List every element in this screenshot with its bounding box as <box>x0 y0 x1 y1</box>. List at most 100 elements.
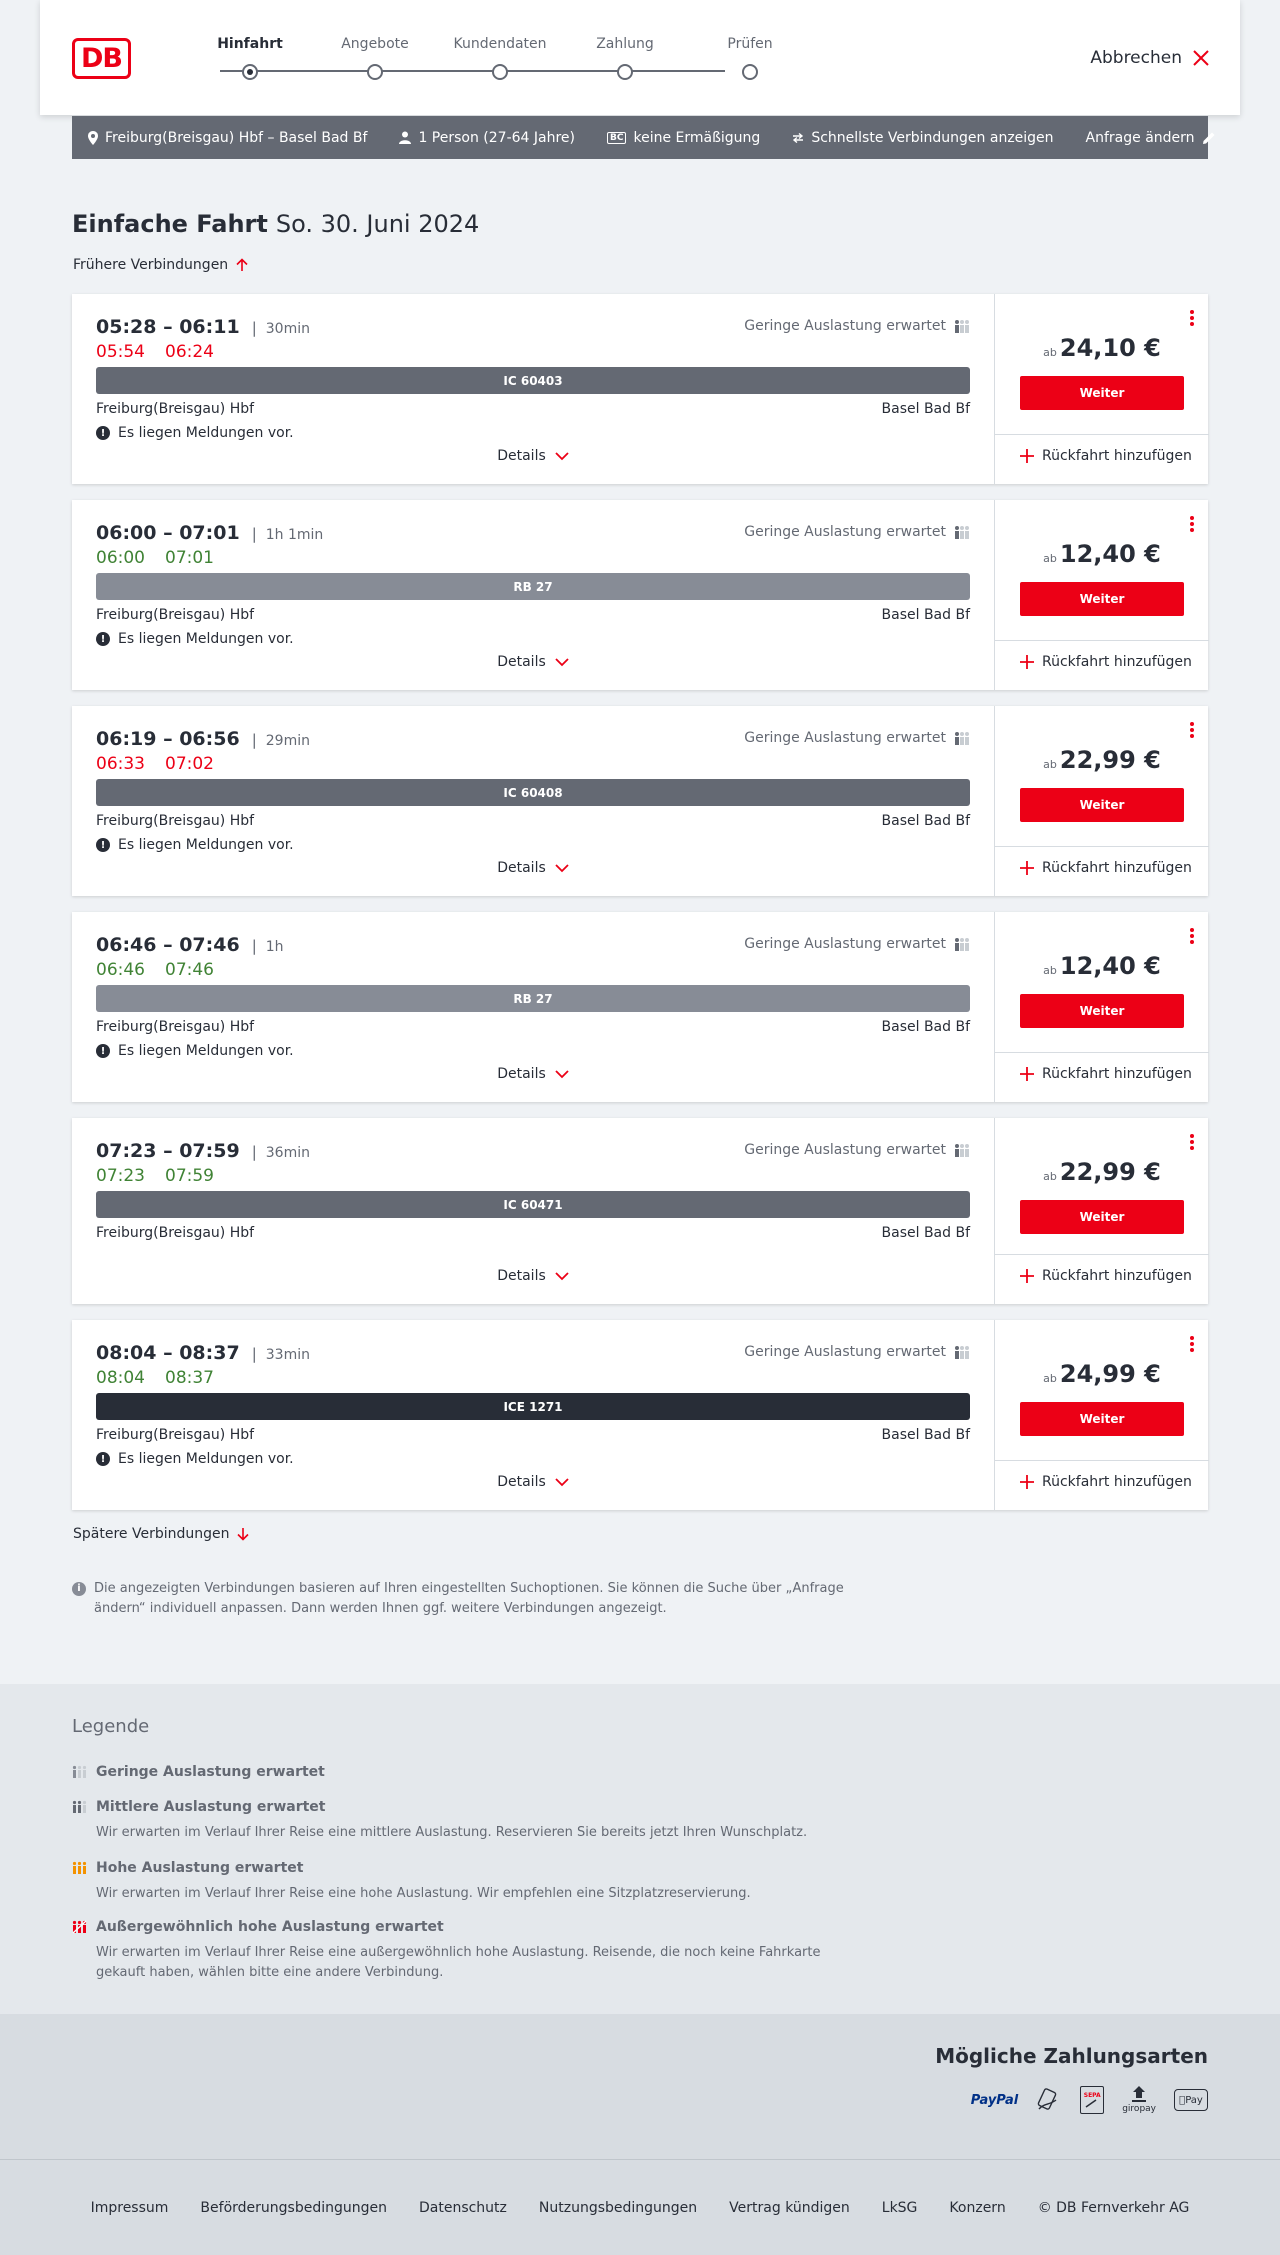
connection-card[interactable]: 06:00 – 07:01 | 1h 1min 06:00 07:01 Geri… <box>72 500 1209 690</box>
connection-times: 06:19 – 06:56 | 29min <box>96 728 310 750</box>
step-kundendaten[interactable]: Kundendaten <box>440 36 560 80</box>
continue-button[interactable]: Weiter <box>1020 1402 1184 1436</box>
step-hinfahrt[interactable]: Hinfahrt <box>190 36 310 80</box>
details-toggle[interactable]: Details <box>72 448 994 464</box>
continue-button[interactable]: Weiter <box>1020 582 1184 616</box>
route-summary[interactable]: Freiburg(Breisgau) Hbf – Basel Bad Bf <box>88 130 367 146</box>
connection-info: 05:28 – 06:11 | 30min 05:54 06:24 Gering… <box>72 294 994 484</box>
occupancy-icon <box>72 1861 87 1874</box>
message-notice: ! Es liegen Meldungen vor. <box>96 837 294 853</box>
change-request-label: Anfrage ändern <box>1085 129 1195 146</box>
planned-times: 07:23 – 07:59 <box>96 1140 240 1162</box>
cancel-button[interactable]: Abbrechen <box>1090 48 1210 68</box>
legend-item: Mittlere Auslastung erwartet Wir erwarte… <box>72 1799 872 1843</box>
continue-button[interactable]: Weiter <box>1020 1200 1184 1234</box>
add-return-button[interactable]: Rückfahrt hinzufügen <box>1020 1474 1192 1490</box>
details-toggle[interactable]: Details <box>72 860 994 876</box>
details-toggle[interactable]: Details <box>72 654 994 670</box>
legend-item: Hohe Auslastung erwartet Wir erwarten im… <box>72 1860 872 1904</box>
more-options-icon[interactable] <box>1190 1134 1194 1152</box>
more-options-icon[interactable] <box>1190 1336 1194 1354</box>
duration: 30min <box>265 321 310 337</box>
details-toggle[interactable]: Details <box>72 1268 994 1284</box>
continue-label: Weiter <box>1079 1004 1125 1018</box>
continue-button[interactable]: Weiter <box>1020 376 1184 410</box>
more-options-icon[interactable] <box>1190 722 1194 740</box>
connection-card[interactable]: 08:04 – 08:37 | 33min 08:04 08:37 Gering… <box>72 1320 1209 1510</box>
step-dot <box>492 64 508 80</box>
add-return-label: Rückfahrt hinzufügen <box>1042 1066 1192 1082</box>
add-return-button[interactable]: Rückfahrt hinzufügen <box>1020 448 1192 464</box>
footer-link[interactable]: © DB Fernverkehr AG <box>1038 2200 1190 2216</box>
change-request-button[interactable]: Anfrage ändern <box>1086 130 1216 146</box>
footer-link[interactable]: Datenschutz <box>419 2200 507 2216</box>
price-panel: ab 24,10 € Weiter Rückfahrt hinzufügen <box>994 294 1209 484</box>
occupancy-text: Geringe Auslastung erwartet <box>744 524 946 540</box>
train-bar[interactable]: RB 27 <box>96 985 970 1012</box>
more-options-icon[interactable] <box>1190 310 1194 328</box>
realtime-arrival: 06:24 <box>165 342 214 362</box>
connection-times: 05:28 – 06:11 | 30min <box>96 316 310 338</box>
discount-summary[interactable]: BC keine Ermäßigung <box>607 130 760 146</box>
train-bar[interactable]: IC 60408 <box>96 779 970 806</box>
details-label: Details <box>497 654 546 670</box>
connection-card[interactable]: 05:28 – 06:11 | 30min 05:54 06:24 Gering… <box>72 294 1209 484</box>
plus-icon <box>1020 449 1034 463</box>
continue-button[interactable]: Weiter <box>1020 994 1184 1028</box>
progress-stepper: Hinfahrt Angebote Kundendaten Zahlung Pr… <box>210 36 773 86</box>
more-options-icon[interactable] <box>1190 928 1194 946</box>
persons-summary[interactable]: 1 Person (27-64 Jahre) <box>399 130 575 146</box>
footer-link[interactable]: Vertrag kündigen <box>729 2200 850 2216</box>
connection-card[interactable]: 06:46 – 07:46 | 1h 06:46 07:46 Geringe A… <box>72 912 1209 1102</box>
chevron-down-icon <box>555 657 569 666</box>
add-return-button[interactable]: Rückfahrt hinzufügen <box>1020 1066 1192 1082</box>
step-label: Angebote <box>341 36 409 52</box>
connection-card[interactable]: 06:19 – 06:56 | 29min 06:33 07:02 Gering… <box>72 706 1209 896</box>
step-zahlung[interactable]: Zahlung <box>565 36 685 80</box>
planned-times: 06:46 – 07:46 <box>96 934 240 956</box>
more-options-icon[interactable] <box>1190 516 1194 534</box>
persons-text: 1 Person (27-64 Jahre) <box>418 129 575 146</box>
footer-link[interactable]: Beförderungsbedingungen <box>200 2200 387 2216</box>
arrival-station: Basel Bad Bf <box>881 1019 970 1035</box>
planned-times: 06:00 – 07:01 <box>96 522 240 544</box>
connection-info: 06:19 – 06:56 | 29min 06:33 07:02 Gering… <box>72 706 994 896</box>
train-bar[interactable]: ICE 1271 <box>96 1393 970 1420</box>
details-toggle[interactable]: Details <box>72 1474 994 1490</box>
add-return-button[interactable]: Rückfahrt hinzufügen <box>1020 1268 1192 1284</box>
train-bar[interactable]: IC 60471 <box>96 1191 970 1218</box>
db-logo[interactable]: DB <box>72 38 131 79</box>
chevron-down-icon <box>555 1069 569 1078</box>
plus-icon <box>1020 1269 1034 1283</box>
divider <box>995 1460 1209 1461</box>
earlier-connections-link[interactable]: Frühere Verbindungen <box>73 257 248 273</box>
step-label: Zahlung <box>596 36 654 52</box>
fastest-connections-toggle[interactable]: Schnellste Verbindungen anzeigen <box>792 130 1054 146</box>
realtime-arrival: 07:01 <box>165 548 214 568</box>
details-toggle[interactable]: Details <box>72 1066 994 1082</box>
footer-link[interactable]: Konzern <box>949 2200 1005 2216</box>
bahncard-icon: BC <box>607 131 627 144</box>
footer-link[interactable]: Impressum <box>91 2200 169 2216</box>
later-connections-link[interactable]: Spätere Verbindungen <box>73 1526 250 1542</box>
step-angebote[interactable]: Angebote <box>315 36 435 80</box>
continue-label: Weiter <box>1079 592 1125 606</box>
logo-text: DB <box>81 43 123 74</box>
train-bar[interactable]: IC 60403 <box>96 367 970 394</box>
person-icon <box>399 131 412 144</box>
occupancy-indicator: Geringe Auslastung erwartet <box>744 524 970 540</box>
duration: 1h 1min <box>265 527 324 543</box>
step-pruefen[interactable]: Prüfen <box>690 36 810 80</box>
planned-times: 08:04 – 08:37 <box>96 1342 240 1364</box>
connection-card[interactable]: 07:23 – 07:59 | 36min 07:23 07:59 Gering… <box>72 1118 1209 1304</box>
separator: | <box>251 1143 257 1161</box>
add-return-button[interactable]: Rückfahrt hinzufügen <box>1020 860 1192 876</box>
train-bar[interactable]: RB 27 <box>96 573 970 600</box>
footer-link[interactable]: Nutzungsbedingungen <box>539 2200 697 2216</box>
legend-item-title-row: Hohe Auslastung erwartet <box>72 1860 872 1876</box>
realtime-departure: 06:46 <box>96 960 145 980</box>
discount-text: keine Ermäßigung <box>633 129 761 146</box>
continue-button[interactable]: Weiter <box>1020 788 1184 822</box>
footer-link[interactable]: LkSG <box>882 2200 918 2216</box>
add-return-button[interactable]: Rückfahrt hinzufügen <box>1020 654 1192 670</box>
